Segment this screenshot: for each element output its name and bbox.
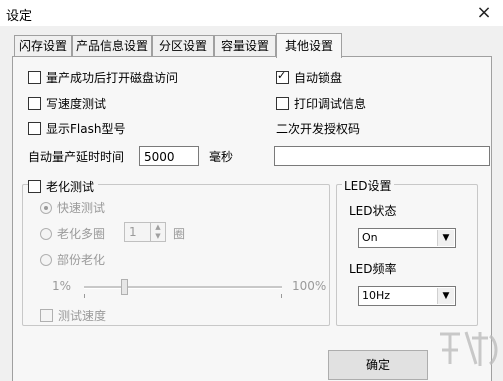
partial-aging-label: 部份老化 xyxy=(57,253,106,267)
watermark-logo xyxy=(440,331,498,366)
aging-test-checkbox[interactable]: 老化测试 xyxy=(28,178,99,195)
radio-dot[interactable] xyxy=(40,201,52,214)
checkbox-box[interactable] xyxy=(276,97,289,110)
checkbox-box[interactable] xyxy=(40,309,53,322)
led-freq-label: LED频率 xyxy=(349,262,397,276)
slider-min-label: 1% xyxy=(52,279,72,293)
led-state-select[interactable]: On ▼ xyxy=(358,228,456,248)
led-state-value: On xyxy=(362,231,378,244)
led-state-label: LED状态 xyxy=(349,204,397,218)
aging-test-label: 老化测试 xyxy=(46,180,95,194)
cycle-spinner[interactable]: 1 ▲ ▼ xyxy=(124,222,166,242)
checkbox-box[interactable] xyxy=(28,97,41,110)
auto-delay-label: 自动量产延时时间 xyxy=(28,150,125,164)
cycle-value: 1 xyxy=(129,225,137,239)
tab-flash-settings[interactable]: 闪存设置 xyxy=(14,35,72,56)
dropdown-arrow-icon[interactable]: ▼ xyxy=(437,230,454,246)
dropdown-arrow-icon[interactable]: ▼ xyxy=(437,288,454,304)
quick-test-label: 快速测试 xyxy=(57,201,106,215)
tab-capacity[interactable]: 容量设置 xyxy=(214,35,276,56)
radio-dot[interactable] xyxy=(40,253,52,266)
test-speed-label: 测试速度 xyxy=(58,309,107,323)
multi-cycle-label: 老化多圈 xyxy=(57,227,106,241)
auth-code-input[interactable] xyxy=(274,146,490,166)
test-speed-checkbox[interactable]: 测试速度 xyxy=(40,307,106,324)
spinner-arrows[interactable]: ▲ ▼ xyxy=(150,223,165,241)
auto-lock-label: 自动锁盘 xyxy=(294,71,343,85)
led-settings-title: LED设置 xyxy=(342,177,394,194)
auto-delay-input[interactable]: 5000 xyxy=(139,146,199,166)
slider-ticks xyxy=(84,294,282,298)
checkbox-box-checked[interactable] xyxy=(276,69,289,84)
close-button[interactable]: × xyxy=(465,0,503,26)
checkbox-box[interactable] xyxy=(28,71,41,84)
auto-lock-checkbox[interactable]: 自动锁盘 xyxy=(276,69,342,86)
write-speed-checkbox[interactable]: 写速度测试 xyxy=(28,95,106,112)
led-freq-select[interactable]: 10Hz ▼ xyxy=(358,286,456,306)
quick-test-radio[interactable]: 快速测试 xyxy=(40,199,105,216)
partial-aging-radio[interactable]: 部份老化 xyxy=(40,251,105,268)
tab-partition[interactable]: 分区设置 xyxy=(152,35,214,56)
tab-other-settings[interactable]: 其他设置 xyxy=(276,33,342,58)
show-flash-model-checkbox[interactable]: 显示Flash型号 xyxy=(28,120,125,137)
tab-product-info[interactable]: 产品信息设置 xyxy=(72,35,152,56)
multi-cycle-radio[interactable]: 老化多圈 xyxy=(40,225,105,242)
aging-slider-thumb[interactable] xyxy=(120,279,128,295)
cycle-unit: 圈 xyxy=(173,227,186,241)
slider-max-label: 100% xyxy=(292,279,327,293)
auto-delay-unit: 毫秒 xyxy=(209,150,234,164)
ok-button[interactable]: 确定 xyxy=(328,350,428,380)
checkbox-box[interactable] xyxy=(28,122,41,135)
checkbox-box[interactable] xyxy=(28,180,41,193)
open-disk-label: 量产成功后打开磁盘访问 xyxy=(46,71,179,85)
aging-slider-track[interactable] xyxy=(84,286,282,289)
title-bar: 设定 × xyxy=(0,0,503,26)
window-title: 设定 xyxy=(6,9,33,24)
auth-code-label: 二次开发授权码 xyxy=(276,122,361,136)
write-speed-label: 写速度测试 xyxy=(46,97,107,111)
led-freq-value: 10Hz xyxy=(362,289,391,302)
radio-dot[interactable] xyxy=(40,227,52,240)
debug-print-label: 打印调试信息 xyxy=(294,97,367,111)
debug-print-checkbox[interactable]: 打印调试信息 xyxy=(276,95,366,112)
open-disk-checkbox[interactable]: 量产成功后打开磁盘访问 xyxy=(28,69,178,86)
show-flash-model-label: 显示Flash型号 xyxy=(46,122,126,136)
